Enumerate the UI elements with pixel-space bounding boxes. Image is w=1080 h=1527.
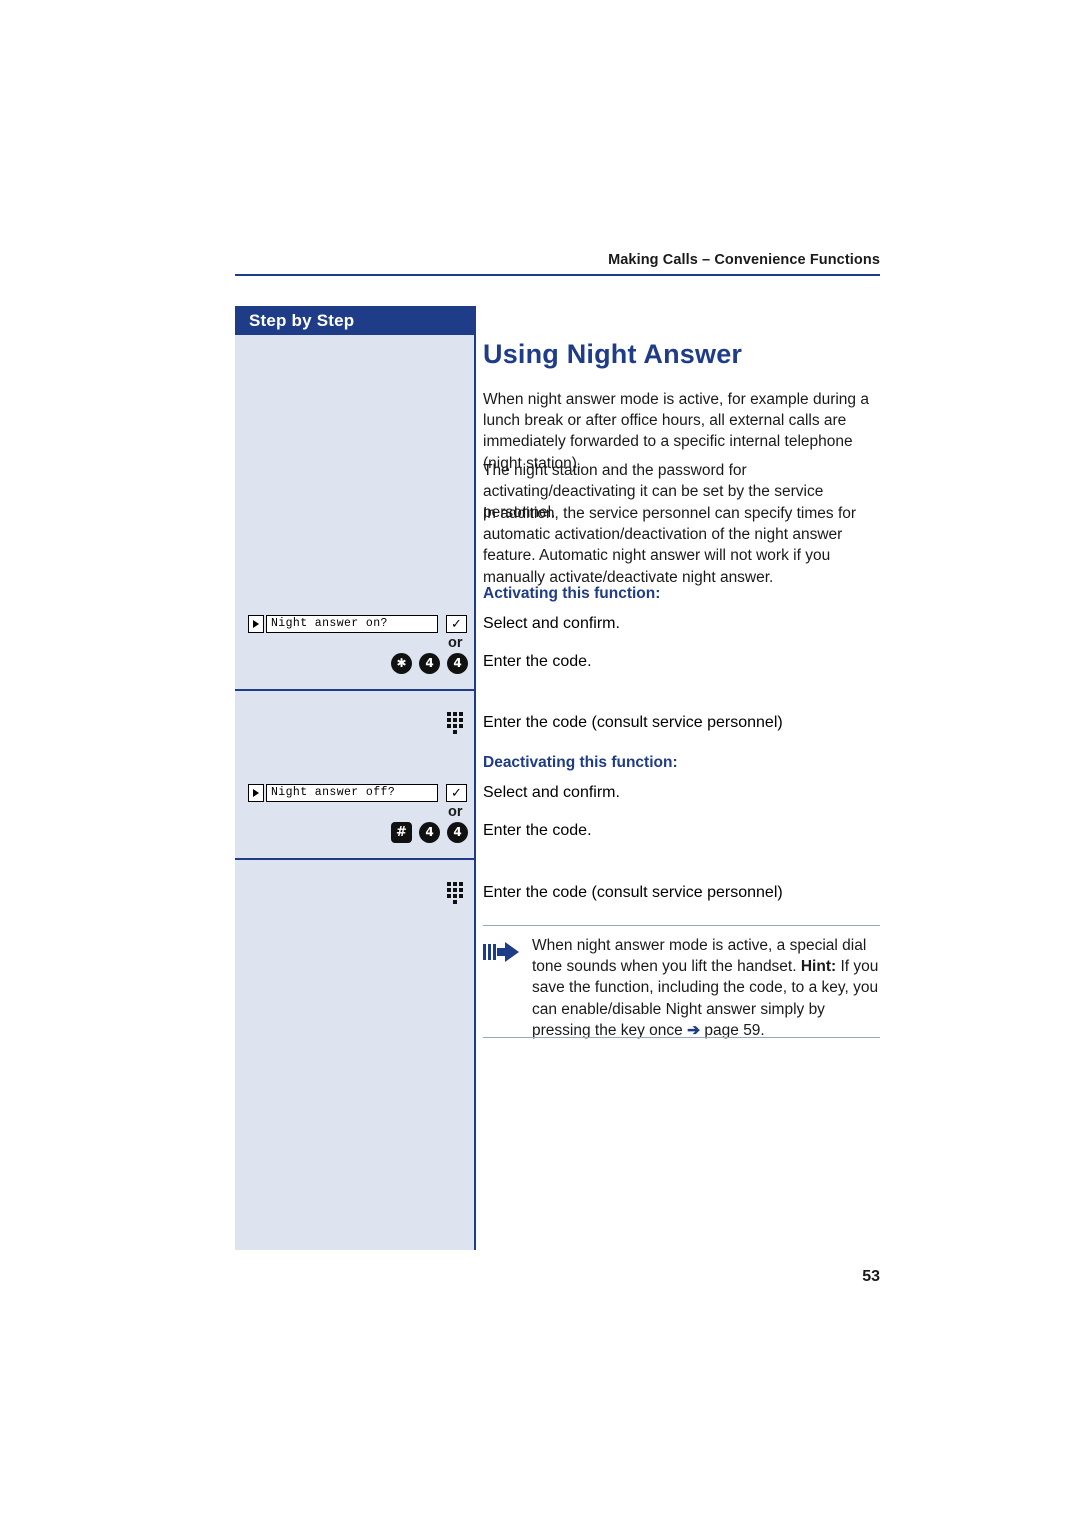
document-page: Making Calls – Convenience Functions Ste… [0, 0, 1080, 1527]
sidebar-divider-1 [235, 689, 476, 691]
page-number: 53 [862, 1268, 880, 1285]
select-confirm-text-2: Select and confirm. [483, 784, 620, 801]
or-label-2: or [448, 804, 463, 820]
enter-code-text-1: Enter the code. [483, 653, 592, 670]
step-by-step-sidebar [235, 306, 476, 1250]
key-hash[interactable]: # [391, 822, 412, 843]
hint-divider-top [483, 925, 880, 926]
enter-code-consult-text-2: Enter the code (consult service personne… [483, 884, 783, 901]
key-four-c[interactable]: 4 [419, 822, 440, 843]
display-text-night-answer-on: Night answer on? [266, 615, 438, 633]
display-text-night-answer-off: Night answer off? [266, 784, 438, 802]
page-title: Using Night Answer [483, 339, 743, 369]
sidebar-title: Step by Step [235, 306, 476, 335]
hint-divider-bottom [483, 1037, 880, 1038]
display-row-night-answer-off[interactable]: Night answer off? ✓ [248, 784, 470, 802]
right-arrow-icon [248, 784, 264, 802]
key-four-b[interactable]: 4 [447, 653, 468, 674]
hint-arrow-icon [483, 942, 525, 962]
right-arrow-icon [248, 615, 264, 633]
hint-label: Hint: [800, 958, 837, 976]
confirm-check-icon[interactable]: ✓ [446, 615, 467, 633]
key-four-d[interactable]: 4 [447, 822, 468, 843]
enter-code-text-2: Enter the code. [483, 822, 592, 839]
enter-code-consult-text-1: Enter the code (consult service personne… [483, 714, 783, 731]
deactivating-heading: Deactivating this function: [483, 754, 678, 771]
header-divider [235, 274, 880, 276]
display-row-night-answer-on[interactable]: Night answer on? ✓ [248, 615, 470, 633]
keypad-icon-1[interactable] [447, 712, 467, 734]
activating-heading: Activating this function: [483, 585, 661, 602]
page-header-breadcrumb: Making Calls – Convenience Functions [608, 252, 880, 268]
key-asterisk[interactable]: ✱ [391, 653, 412, 674]
confirm-check-icon[interactable]: ✓ [446, 784, 467, 802]
select-confirm-text-1: Select and confirm. [483, 615, 620, 632]
or-label-1: or [448, 635, 463, 651]
hint-text-block: When night answer mode is active, a spec… [532, 935, 882, 1041]
sidebar-divider-2 [235, 858, 476, 860]
intro-paragraph-3: In addition, the service personnel can s… [483, 505, 857, 586]
keypad-icon-2[interactable] [447, 882, 467, 904]
key-four-a[interactable]: 4 [419, 653, 440, 674]
